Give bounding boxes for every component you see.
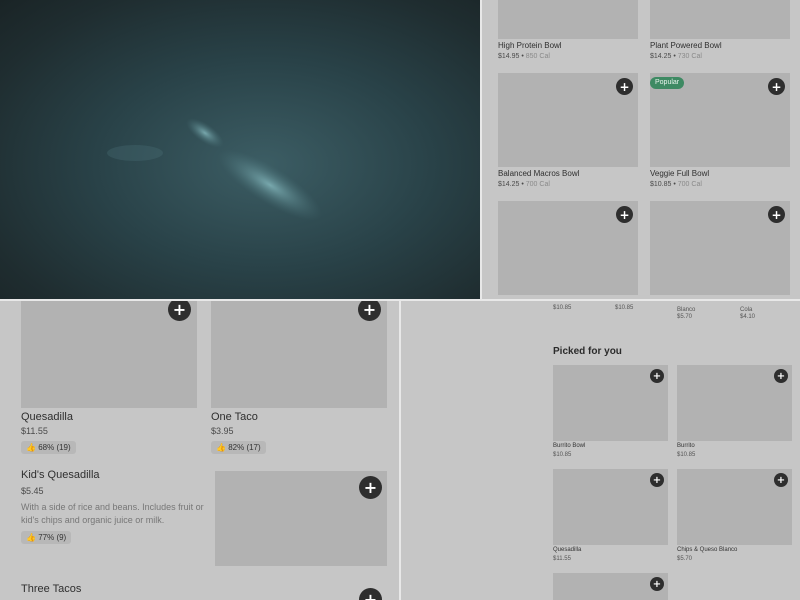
add-button[interactable]: + [359,476,382,499]
menu-card[interactable]: + Quesadilla $11.55 [553,469,668,565]
menu-card[interactable]: Kid's Quesadilla $5.45 With a side of ri… [21,469,387,569]
plus-icon: + [652,370,662,382]
plus-icon: + [619,207,630,222]
menu-card[interactable]: + Chips & Queso Blanco $5.70 [677,469,792,565]
menu-card[interactable]: + [498,201,638,299]
item-name: Balanced Macros Bowl [498,169,580,178]
item-price-cal: $14.25 • 700 Cal [498,181,550,188]
thumbs-up-icon: 👍 [26,533,36,542]
menu-card[interactable]: Three Tacos + [21,581,387,600]
plus-icon: + [652,474,662,486]
item-name: Three Tacos [21,583,82,595]
plus-icon: + [652,578,662,590]
menu-card[interactable]: + One Taco $3.95 👍 82% (17) [211,301,387,461]
thumbs-up-icon: 👍 [216,443,226,452]
section-title: Picked for you [553,346,622,357]
item-price: $5.70 [677,556,693,562]
item-price: $10.85 [677,452,696,458]
menu-card[interactable]: + [650,201,790,299]
add-button[interactable]: + [774,369,788,383]
item-price-cal: $14.95 • 850 Cal [498,53,550,60]
menu-card[interactable]: Plant Powered Bowl $14.25 • 730 Cal [650,0,790,64]
item-image[interactable] [650,0,790,39]
item-name: Blanco [677,307,696,313]
item-price: $11.55 [21,426,48,436]
menu-card[interactable]: + [553,573,668,600]
add-button[interactable]: + [616,78,633,95]
rating-badge: 👍 82% (17) [211,441,266,454]
add-button[interactable]: + [616,206,633,223]
item-name: Quesadilla [21,411,73,423]
add-button[interactable]: + [774,473,788,487]
menu-card[interactable]: + Quesadilla $11.55 👍 68% (19) [21,301,197,461]
item-name: Quesadilla [553,547,582,553]
item-price: $5.45 [21,486,44,496]
menu-card[interactable]: Popular + Veggie Full Bowl $10.85 • 700 … [650,73,790,193]
bowls-panel: High Protein Bowl $14.95 • 850 Cal Plant… [482,0,800,299]
item-price: $11.55 [553,556,571,562]
picked-panel: $10.85 $10.85 Blanco $5.70 Cola $4.10 Pi… [401,301,800,600]
add-button[interactable]: + [650,577,664,591]
rating-badge: 👍 68% (19) [21,441,76,454]
item-name: One Taco [211,411,258,423]
add-button[interactable]: + [650,369,664,383]
plus-icon: + [172,301,187,319]
tacos-panel: + Quesadilla $11.55 👍 68% (19) + One Tac… [0,301,399,600]
plus-icon: + [776,370,786,382]
plus-icon: + [363,590,378,600]
item-image[interactable] [498,0,638,39]
add-button[interactable]: + [768,78,785,95]
menu-card[interactable]: + Burrito Bowl $10.85 [553,365,668,461]
plus-icon: + [771,79,782,94]
item-price: $3.95 [211,426,234,436]
screen: High Protein Bowl $14.95 • 850 Cal Plant… [0,0,800,600]
rating-badge: 👍 77% (9) [21,531,72,544]
item-name: Burrito Bowl [553,443,586,449]
item-name: Veggie Full Bowl [650,169,710,178]
item-price: $10.85 [553,452,572,458]
menu-card[interactable]: + Balanced Macros Bowl $14.25 • 700 Cal [498,73,638,193]
item-price-cal: $14.25 • 730 Cal [650,53,702,60]
item-name: Kid's Quesadilla [21,469,100,481]
item-price: $5.70 [677,314,693,320]
plus-icon: + [776,474,786,486]
item-name: Burrito [677,443,695,449]
plus-icon: + [363,478,378,497]
popular-badge: Popular [650,77,685,89]
item-price: $4.10 [740,314,756,320]
thumbs-up-icon: 👍 [26,443,36,452]
add-button[interactable]: + [359,588,382,600]
item-name: Cola [740,307,753,313]
item-price: $10.85 [615,305,634,311]
item-name: High Protein Bowl [498,41,562,50]
item-price: $10.85 [553,305,572,311]
menu-card[interactable]: + Burrito $10.85 [677,365,792,461]
item-price-cal: $10.85 • 700 Cal [650,181,702,188]
fish-video [107,118,322,221]
plus-icon: + [619,79,630,94]
item-description: With a side of rice and beans. Includes … [21,502,204,525]
menu-card[interactable]: High Protein Bowl $14.95 • 850 Cal [498,0,638,64]
plus-icon: + [362,301,377,319]
item-name: Plant Powered Bowl [650,41,722,50]
add-button[interactable]: + [768,206,785,223]
video-panel [0,0,480,299]
add-button[interactable]: + [650,473,664,487]
item-name: Chips & Queso Blanco [677,547,738,553]
plus-icon: + [771,207,782,222]
